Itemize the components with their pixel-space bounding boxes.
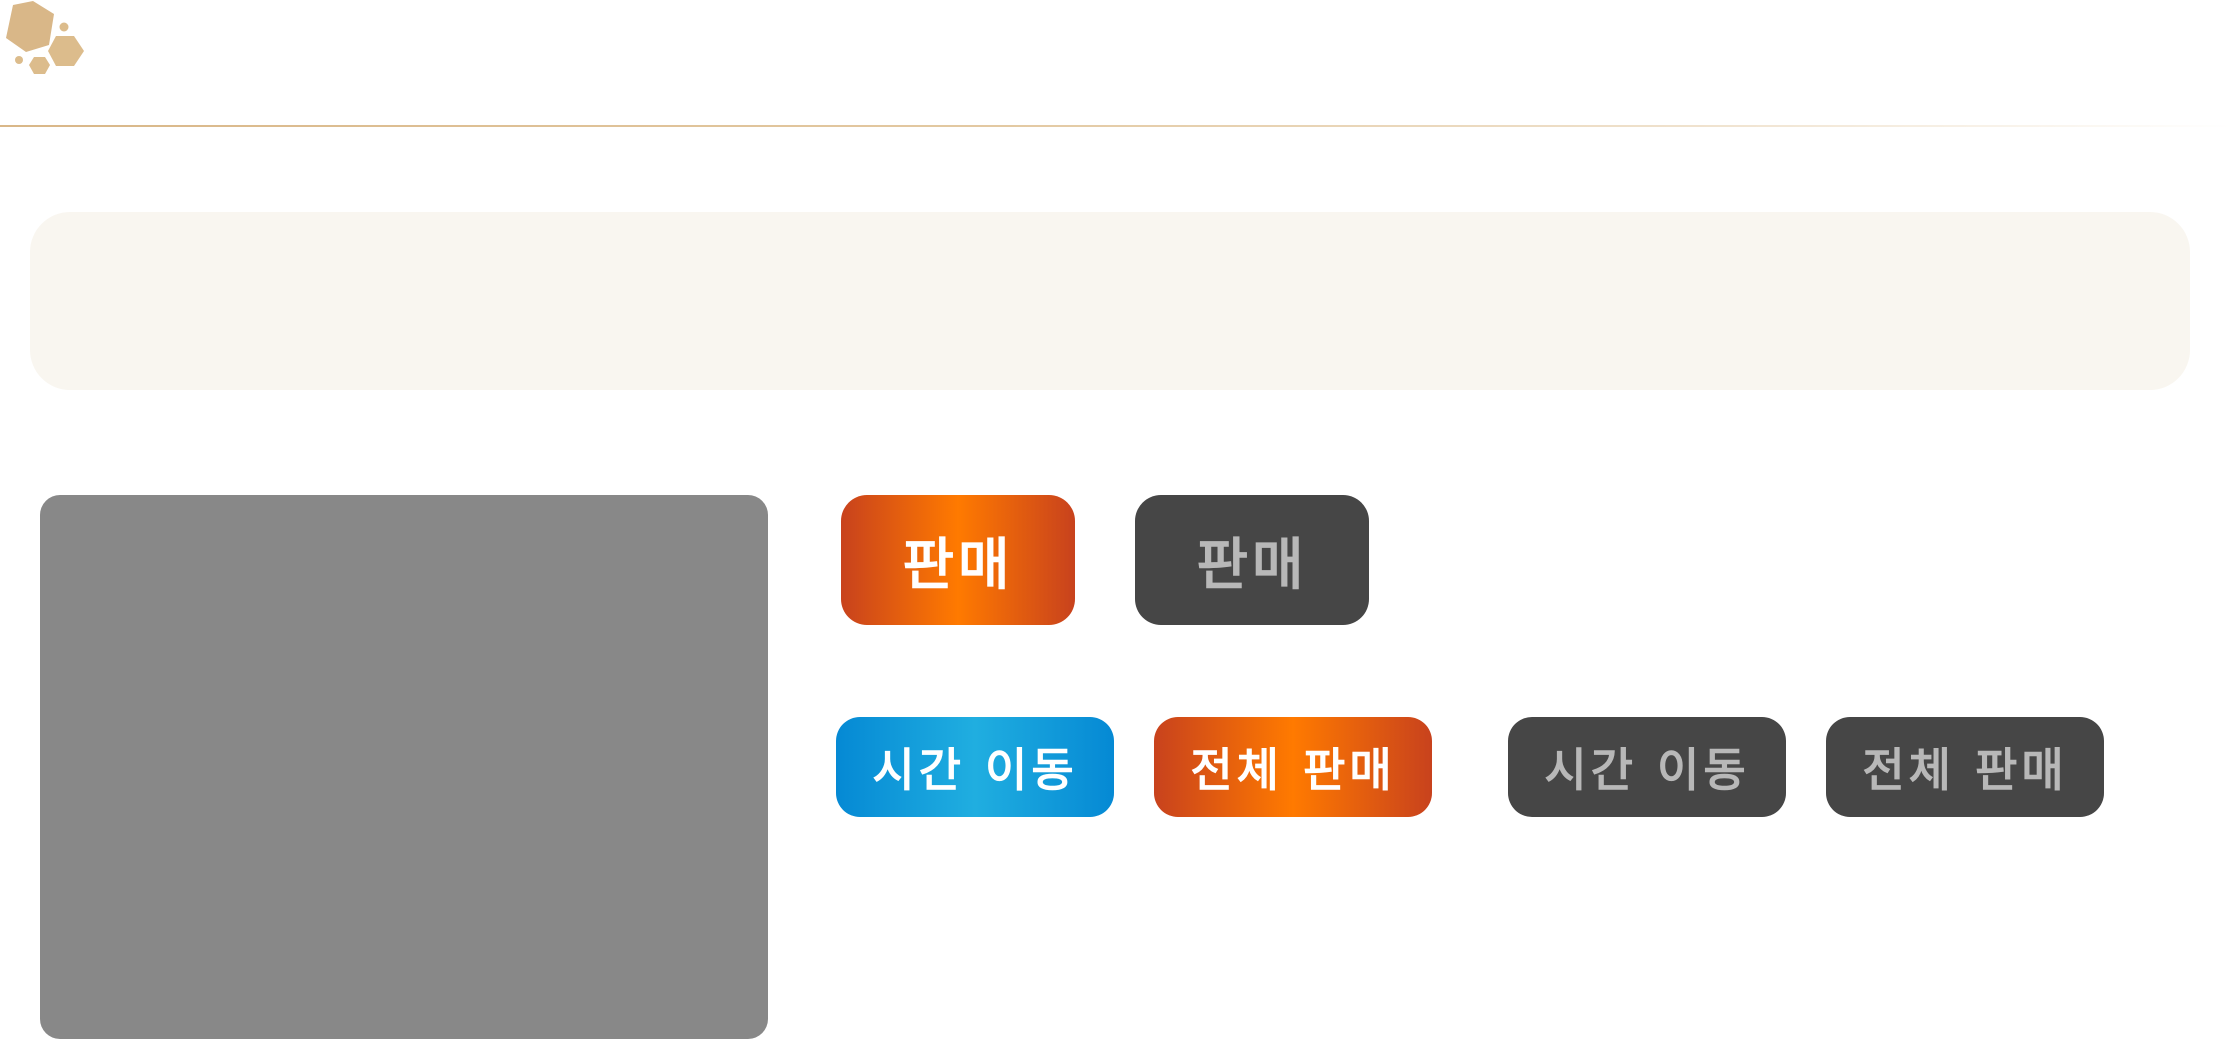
sell-button-disabled[interactable]: 판매 <box>1135 495 1369 625</box>
header-divider <box>0 125 2233 127</box>
logo-small-hexagon <box>29 57 50 74</box>
preview-placeholder <box>40 495 768 1039</box>
logo-large-hexagon <box>6 1 54 52</box>
sell-all-button[interactable]: 전체 판매 <box>1154 717 1432 817</box>
time-move-button[interactable]: 시간 이동 <box>836 717 1114 817</box>
sell-all-button-disabled[interactable]: 전체 판매 <box>1826 717 2104 817</box>
sell-button[interactable]: 판매 <box>841 495 1075 625</box>
logo-medium-hexagon <box>48 36 84 66</box>
logo-dot <box>59 22 69 32</box>
banner-panel <box>30 212 2190 390</box>
logo-dot <box>15 56 23 64</box>
time-move-button-disabled[interactable]: 시간 이동 <box>1508 717 1786 817</box>
hexagon-logo-icon <box>6 1 84 74</box>
